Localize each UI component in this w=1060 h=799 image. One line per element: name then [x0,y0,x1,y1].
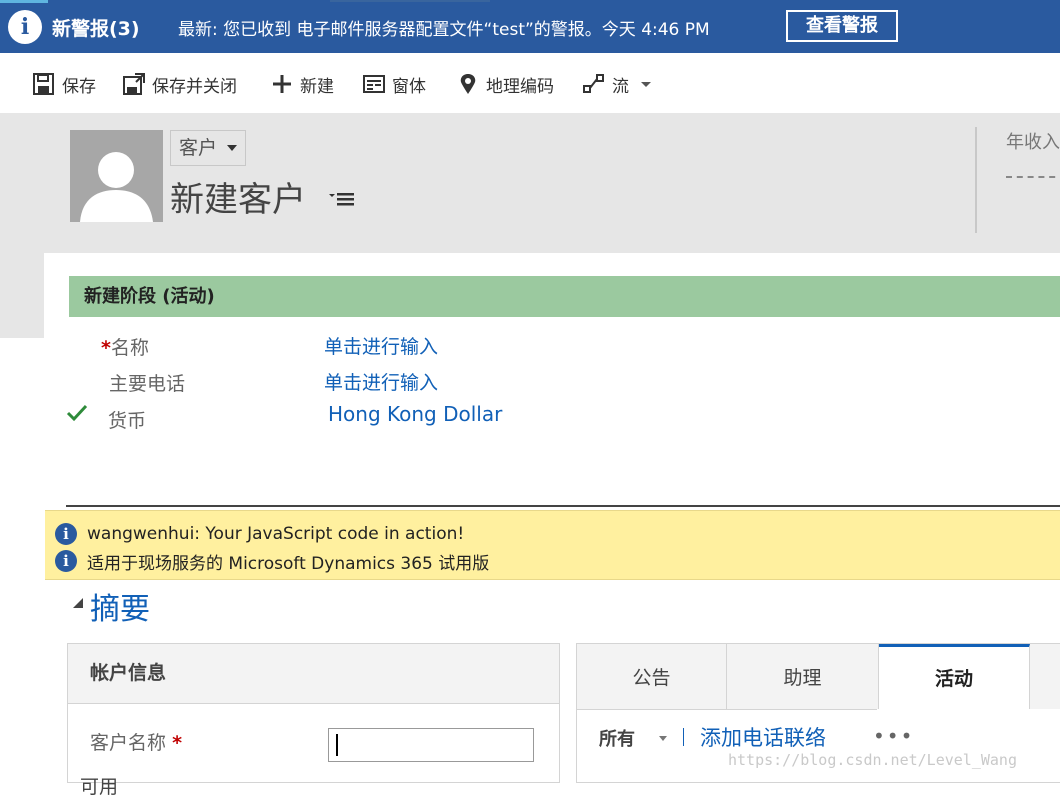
notification-text: wangwenhui: Your JavaScript code in acti… [87,524,465,544]
avatar[interactable] [70,130,163,222]
stage-field-name-label: *名称 [101,333,149,360]
checkmark-icon [66,404,88,422]
save-label: 保存 [62,76,96,97]
save-button[interactable]: 保存 [32,71,96,97]
account-name-label: 客户名称 * [90,728,182,755]
person-icon [80,152,153,222]
new-button[interactable]: 新建 [270,71,334,97]
account-name-input[interactable] [328,728,534,762]
info-icon: i [8,10,42,44]
required-marker: * [172,732,182,754]
account-info-section: 帐户信息 客户名称 * [67,643,560,783]
form-button[interactable]: 窗体 [362,71,426,97]
save-and-close-button[interactable]: 保存并关闭 [122,71,237,97]
info-icon: i [55,550,77,572]
new-label: 新建 [300,76,334,97]
left-gutter [0,253,44,338]
tab-more[interactable] [1030,644,1060,709]
notification-area: i wangwenhui: Your JavaScript code in ac… [45,510,1060,580]
command-bar: 保存 保存并关闭 新建 窗体 地理编码 流 [0,53,1060,113]
alert-bar: i 新警报(3) 最新: 您已收到 电子邮件服务器配置文件“test”的警报。今… [0,0,1060,53]
stage-field-phone-value[interactable]: 单击进行输入 [324,368,438,395]
flow-button[interactable]: 流 [582,71,653,97]
entity-selector[interactable]: 客户 [170,130,246,166]
annual-revenue-value[interactable] [1006,176,1060,178]
filter-separator [683,728,684,746]
alert-bar-accent [0,0,48,3]
stage-field-phone-label: 主要电话 [109,373,186,395]
tab-activities[interactable]: 活动 [879,644,1030,709]
form-icon [363,75,385,93]
geocode-label: 地理编码 [486,76,554,97]
form-label: 窗体 [392,76,426,97]
stage-field-currency-value[interactable]: Hong Kong Dollar [328,402,502,426]
chevron-down-icon [641,82,651,87]
save-close-icon [123,73,145,95]
stage-field-name-text: 名称 [110,337,149,359]
flow-label: 流 [612,76,629,97]
account-name-label-text: 客户名称 [90,732,167,754]
stage-field-currency-label: 货币 [108,410,147,432]
map-pin-icon [460,74,476,94]
save-close-label: 保存并关闭 [152,76,237,97]
annual-revenue-label: 年收入 [1006,132,1060,153]
notification-item: i wangwenhui: Your JavaScript code in ac… [55,522,464,546]
flow-icon [583,74,604,93]
stage-divider [66,505,1060,507]
entity-label: 客户 [179,137,218,159]
record-title: 新建客户 [170,180,306,220]
caret-down-icon [227,145,237,151]
alert-count[interactable]: 新警报(3) [52,14,140,41]
notification-text: 适用于现场服务的 Microsoft Dynamics 365 试用版 [87,553,490,574]
info-icon: i [55,523,77,545]
alert-bar-accent-2 [330,0,490,2]
process-stage-bar[interactable]: 新建阶段 (活动) [69,276,1060,317]
view-alerts-button[interactable]: 查看警报 [786,10,898,42]
chevron-down-icon[interactable] [659,736,667,741]
header-divider [975,127,977,233]
alert-message: 最新: 您已收到 电子邮件服务器配置文件“test”的警报。今天 4:46 PM [178,20,710,40]
account-info-heading: 帐户信息 [68,644,559,704]
stage-field-name-value[interactable]: 单击进行输入 [324,332,438,359]
notification-item: i 适用于现场服务的 Microsoft Dynamics 365 试用版 [55,549,490,574]
activity-filter[interactable]: 所有 [599,725,635,751]
tab-underline [577,709,877,710]
plus-icon [273,75,291,93]
geocode-button[interactable]: 地理编码 [456,71,554,97]
summary-section-title[interactable]: 摘要 [90,584,150,628]
next-field-label: 可用 [80,776,119,798]
add-phone-call-link[interactable]: 添加电话联络 [700,722,826,752]
required-marker: * [101,337,111,359]
more-icon[interactable]: ••• [873,724,914,748]
form-menu-icon[interactable] [328,188,356,208]
tab-assistant[interactable]: 助理 [727,644,879,709]
watermark: https://blog.csdn.net/Level_Wang [728,751,1017,769]
save-icon [33,73,54,95]
tab-posts[interactable]: 公告 [577,644,727,709]
collapse-triangle-icon[interactable] [72,597,84,609]
